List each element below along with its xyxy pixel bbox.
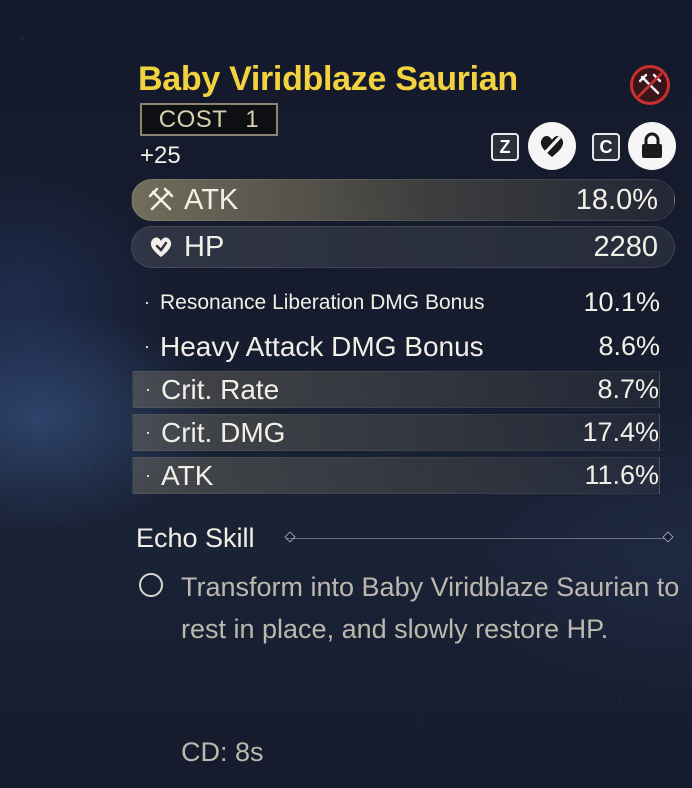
crossed-swords-disabled-icon bbox=[637, 72, 663, 98]
skill-cooldown: CD: 8s bbox=[181, 737, 264, 767]
skill-bullet-icon bbox=[139, 573, 163, 597]
hotkey-c: C bbox=[592, 133, 620, 161]
sub-stat-row: · Heavy Attack DMG Bonus 8.6% bbox=[132, 328, 660, 365]
sub-stat-row: · Resonance Liberation DMG Bonus 10.1% bbox=[132, 284, 660, 321]
main-stat-value: 18.0% bbox=[575, 183, 658, 216]
divider-diamond-right bbox=[662, 531, 674, 543]
hotkey-z: Z bbox=[491, 133, 519, 161]
skill-description: Transform into Baby Viridblaze Saurian t… bbox=[181, 572, 680, 644]
sub-stat-label: Crit. Rate bbox=[161, 373, 280, 405]
cost-badge: COST 1 bbox=[140, 103, 278, 136]
sub-stat-row: · Crit. Rate 8.7% bbox=[132, 371, 660, 408]
sub-stat-label: ATK bbox=[161, 459, 214, 491]
main-stat-label: ATK bbox=[184, 183, 239, 216]
main-stat-label: HP bbox=[184, 230, 225, 263]
divider-diamond-left bbox=[284, 531, 296, 543]
disable-echo-button[interactable] bbox=[630, 65, 670, 105]
heart-slash-icon bbox=[540, 135, 564, 157]
sub-stat-value: 11.6% bbox=[584, 460, 659, 490]
cost-label: COST bbox=[158, 105, 228, 133]
lock-button[interactable] bbox=[628, 122, 676, 170]
sub-stat-value: 10.1% bbox=[583, 287, 660, 317]
bullet: · bbox=[145, 422, 151, 442]
echo-name: Baby Viridblaze Saurian bbox=[138, 60, 518, 98]
main-stat-atk: ATK 18.0% bbox=[131, 179, 675, 221]
echo-level: +25 bbox=[140, 142, 181, 169]
sub-stat-row: · Crit. DMG 17.4% bbox=[132, 414, 660, 451]
sub-stat-label: Resonance Liberation DMG Bonus bbox=[160, 290, 485, 314]
cost-value: 1 bbox=[245, 105, 260, 133]
bullet: · bbox=[145, 465, 151, 485]
sub-stat-label: Crit. DMG bbox=[161, 416, 286, 448]
main-stat-hp: HP 2280 bbox=[131, 226, 675, 268]
bullet: · bbox=[145, 379, 151, 399]
discard-button[interactable] bbox=[528, 122, 576, 170]
sub-stat-value: 8.7% bbox=[597, 374, 659, 404]
crossed-swords-icon bbox=[146, 185, 176, 215]
heart-icon bbox=[146, 232, 176, 262]
sub-stat-value: 17.4% bbox=[582, 417, 659, 447]
sub-stat-value: 8.6% bbox=[598, 331, 660, 361]
lock-icon bbox=[642, 132, 662, 158]
sub-stat-row: · ATK 11.6% bbox=[132, 457, 660, 494]
bullet: · bbox=[144, 292, 150, 312]
echo-skill-heading: Echo Skill bbox=[136, 523, 255, 553]
sub-stat-label: Heavy Attack DMG Bonus bbox=[160, 330, 484, 362]
main-stat-value: 2280 bbox=[593, 230, 658, 263]
section-divider bbox=[286, 538, 670, 539]
bullet: · bbox=[144, 336, 150, 356]
